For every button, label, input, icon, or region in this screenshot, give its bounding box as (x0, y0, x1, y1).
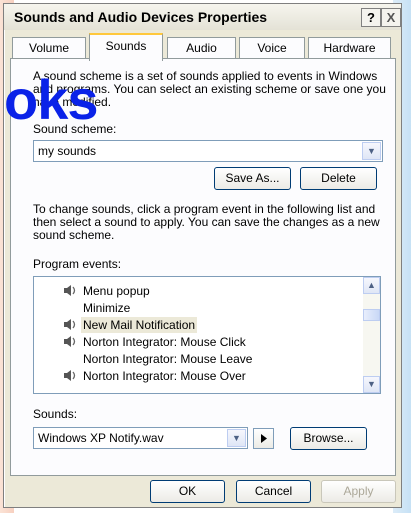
list-item[interactable]: Norton Integrator: Mouse Over (34, 368, 363, 384)
help-text: To change sounds, click a program event … (33, 203, 380, 242)
tab-sounds[interactable]: Sounds (89, 33, 163, 61)
help-button[interactable]: ? (361, 8, 381, 27)
event-label: Norton Integrator: Mouse Leave (83, 352, 253, 366)
tab-voice[interactable]: Voice (239, 37, 305, 59)
speaker-icon (64, 336, 76, 347)
program-events-label: Program events: (33, 257, 122, 271)
list-item[interactable]: Menu popup (34, 283, 363, 299)
apply-button[interactable]: Apply (321, 480, 396, 503)
scrollbar-thumb[interactable] (363, 309, 380, 321)
ok-button[interactable]: OK (150, 480, 225, 503)
scheme-select[interactable]: my sounds ▼ (33, 140, 383, 162)
save-as-button[interactable]: Save As... (214, 167, 291, 190)
sounds-label: Sounds: (33, 407, 78, 421)
event-label: Menu popup (83, 284, 150, 298)
help-line: sound scheme. (33, 228, 115, 242)
scheme-value: my sounds (38, 144, 97, 158)
tab-audio[interactable]: Audio (167, 37, 236, 59)
list-item[interactable]: Minimize (34, 300, 363, 316)
speaker-icon (64, 370, 76, 381)
event-label: Norton Integrator: Mouse Click (83, 335, 246, 349)
events-scrollbar[interactable]: ▲ ▼ (363, 277, 380, 393)
play-button[interactable] (253, 428, 274, 449)
speaker-icon (64, 285, 76, 296)
window-title: Sounds and Audio Devices Properties (14, 9, 268, 25)
delete-button[interactable]: Delete (300, 167, 377, 190)
list-item-selected[interactable]: New Mail Notification (34, 317, 363, 333)
chevron-down-icon[interactable]: ▼ (362, 142, 381, 160)
chevron-down-icon[interactable]: ▼ (227, 429, 246, 447)
properties-dialog: Sounds and Audio Devices Properties ? X … (3, 3, 402, 508)
tab-hardware[interactable]: Hardware (308, 37, 391, 59)
event-label: New Mail Notification (81, 317, 198, 333)
scroll-up-icon[interactable]: ▲ (363, 277, 380, 294)
tab-volume[interactable]: Volume (12, 37, 86, 59)
title-bar: Sounds and Audio Devices Properties ? X (4, 4, 401, 30)
event-label: Norton Integrator: Mouse Over (83, 369, 246, 383)
close-button[interactable]: X (381, 8, 401, 27)
list-item[interactable]: Norton Integrator: Mouse Leave (34, 351, 363, 367)
event-label: Minimize (83, 301, 131, 315)
browse-button[interactable]: Browse... (290, 427, 367, 450)
overlay-text: oks (4, 68, 98, 131)
program-events-list[interactable]: Menu popup Minimize New Mail Notificatio… (33, 276, 381, 394)
speaker-icon (64, 319, 76, 330)
sound-file-select[interactable]: Windows XP Notify.wav ▼ (33, 427, 248, 449)
play-icon (261, 434, 267, 443)
cancel-button[interactable]: Cancel (236, 480, 311, 503)
scroll-down-icon[interactable]: ▼ (363, 376, 380, 393)
sound-file-value: Windows XP Notify.wav (38, 431, 164, 445)
list-item[interactable]: Norton Integrator: Mouse Click (34, 334, 363, 350)
